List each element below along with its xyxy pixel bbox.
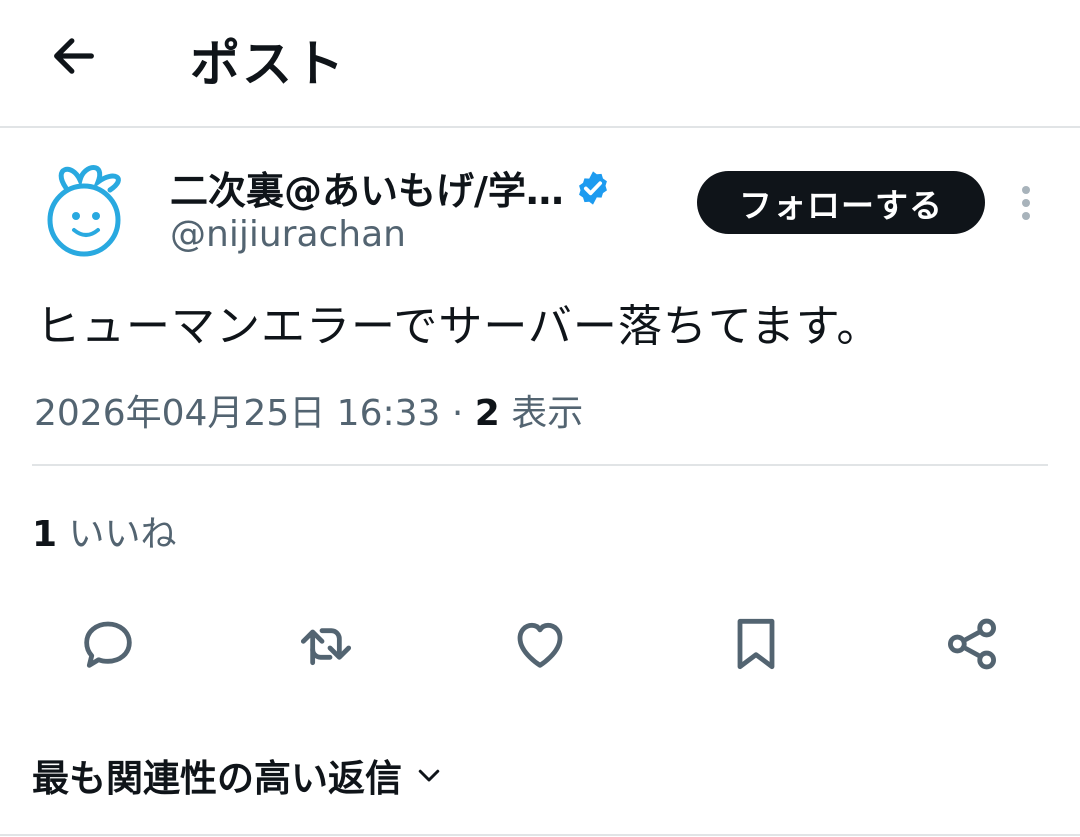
- tweet-timestamp[interactable]: 2026年04月25日 16:33: [34, 393, 440, 434]
- meta-separator: ·: [440, 393, 475, 434]
- retweet-icon[interactable]: [294, 612, 358, 676]
- top-bar: [0, 0, 1080, 128]
- arrow-left-icon[interactable]: [48, 30, 100, 82]
- replies-sort-label: 最も関連性の高い返信: [32, 757, 402, 800]
- likes-count: 1: [32, 514, 58, 555]
- tweet-text: ヒューマンエラーでサーバー落ちてます。: [36, 301, 882, 352]
- page-title: ポスト: [190, 35, 346, 93]
- more-vertical-icon[interactable]: [1012, 180, 1040, 228]
- verified-badge-icon: [578, 170, 607, 205]
- divider: [0, 834, 1080, 836]
- views-label: 表示: [511, 393, 584, 434]
- like-icon[interactable]: [508, 612, 572, 676]
- author-display-name[interactable]: 二次裏@あいもげ/学…: [170, 160, 564, 215]
- replies-sort-dropdown[interactable]: 最も関連性の高い返信: [32, 748, 444, 802]
- views-count: 2: [474, 393, 500, 434]
- bookmark-icon[interactable]: [724, 612, 788, 676]
- avatar-image: [47, 165, 121, 257]
- tweet-meta: 2026年04月25日 16:33 · 2 表示: [34, 384, 583, 436]
- likes-label: いいね: [68, 514, 177, 555]
- avatar[interactable]: [32, 158, 132, 258]
- share-icon[interactable]: [940, 612, 1004, 676]
- author-name-row[interactable]: 二次裏@あいもげ/学…: [170, 160, 612, 215]
- chevron-down-icon: [418, 769, 440, 782]
- reply-icon[interactable]: [76, 612, 140, 676]
- author-handle[interactable]: @nijiurachan: [170, 214, 406, 255]
- follow-button[interactable]: フォローする: [697, 171, 985, 234]
- divider: [32, 464, 1048, 466]
- likes-stat[interactable]: 1 いいね: [32, 505, 177, 557]
